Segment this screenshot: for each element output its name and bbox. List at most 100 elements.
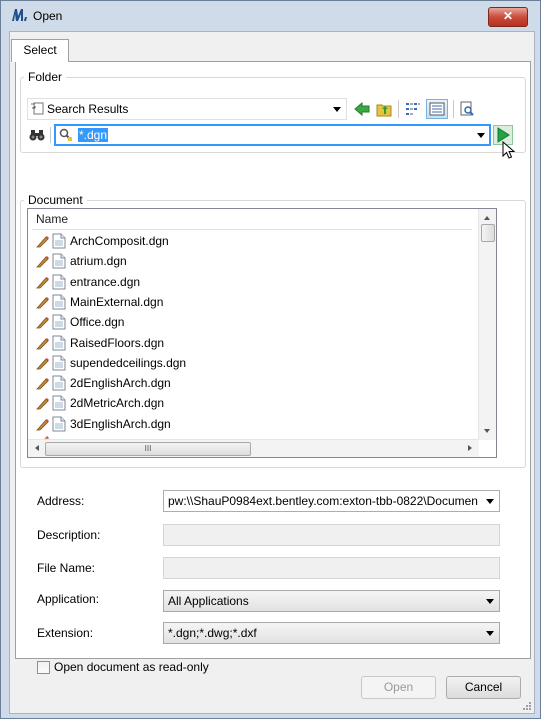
chevron-down-icon xyxy=(477,133,485,138)
open-button[interactable]: Open xyxy=(361,676,436,699)
chevron-down-icon xyxy=(333,107,341,112)
list-item[interactable]: 2dMetricArch.dgn xyxy=(36,393,456,413)
toolbar-separator xyxy=(50,127,51,143)
file-name: entrance.dgn xyxy=(70,274,141,289)
address-value: pw:\\ShauP0984ext.bentley.com:exton-tbb-… xyxy=(168,494,478,508)
filename-label: File Name: xyxy=(37,561,96,575)
horizontal-scrollbar[interactable]: III xyxy=(28,439,479,457)
folder-search-icon xyxy=(31,102,44,115)
open-dialog: Open ✕ Select Folder Search Results *.dg… xyxy=(0,0,541,719)
document-file-icon xyxy=(52,395,66,411)
chevron-down-icon xyxy=(486,631,494,636)
list-item[interactable]: MainExternal.dgn xyxy=(36,292,456,312)
document-file-icon xyxy=(52,314,66,330)
dialog-client: Select Folder Search Results *.dgn Docum… xyxy=(9,31,535,714)
window-title: Open xyxy=(33,9,63,23)
column-header-name[interactable]: Name xyxy=(32,209,472,230)
file-name: atrium.dgn xyxy=(70,254,127,269)
list-view-button[interactable] xyxy=(403,99,423,119)
tab-select[interactable]: Select xyxy=(11,39,69,62)
list-item[interactable]: RaisedFloors.dgn xyxy=(36,333,456,353)
horizontal-scroll-thumb[interactable]: III xyxy=(45,442,251,456)
pencil-icon xyxy=(36,337,49,349)
pencil-icon xyxy=(36,296,49,309)
file-name: 2dMetricArch.dgn xyxy=(70,396,165,411)
pencil-icon xyxy=(36,236,49,248)
application-select[interactable]: All Applications xyxy=(163,590,500,612)
document-file-icon xyxy=(52,416,66,432)
list-item[interactable]: 2dEnglishArch.dgn xyxy=(36,373,456,393)
select-panel: Folder Search Results *.dgn Document Nam… xyxy=(15,61,531,674)
document-file-icon xyxy=(52,294,66,310)
address-label: Address: xyxy=(37,494,85,508)
back-button[interactable] xyxy=(352,99,372,119)
scroll-right-arrow-icon[interactable] xyxy=(465,440,475,456)
details-view-icon xyxy=(429,102,445,116)
application-value: All Applications xyxy=(168,594,249,608)
close-icon: ✕ xyxy=(502,9,514,23)
title-bar[interactable]: Open ✕ xyxy=(1,1,540,31)
readonly-label[interactable]: Open document as read-only xyxy=(54,660,209,674)
folder-location-combo[interactable]: Search Results xyxy=(27,98,347,120)
document-file-icon xyxy=(52,335,66,350)
extension-select[interactable]: *.dgn;*.dwg;*.dxf xyxy=(163,622,500,644)
readonly-checkbox[interactable] xyxy=(37,661,50,674)
vertical-scroll-thumb[interactable] xyxy=(481,224,495,242)
file-name: Office.dgn xyxy=(70,315,125,330)
list-item[interactable]: entrance.dgn xyxy=(36,272,456,292)
scroll-grip: III xyxy=(144,444,152,453)
list-item[interactable]: supendedceilings.dgn xyxy=(36,353,456,373)
extension-value: *.dgn;*.dwg;*.dxf xyxy=(168,626,257,640)
list-item[interactable]: atrium.dgn xyxy=(36,251,456,271)
up-folder-button[interactable] xyxy=(374,99,394,119)
search-criteria-icon xyxy=(59,128,72,141)
file-name: 2dEnglishArch.dgn xyxy=(70,376,171,391)
pencil-icon xyxy=(36,256,49,268)
application-label: Application: xyxy=(37,592,100,606)
scroll-up-arrow-icon[interactable] xyxy=(479,213,495,223)
list-item[interactable]: Office.dgn xyxy=(36,312,456,332)
scroll-left-arrow-icon[interactable] xyxy=(32,440,42,456)
document-file-icon xyxy=(52,355,66,371)
vertical-scrollbar[interactable] xyxy=(478,209,496,440)
pencil-icon xyxy=(36,357,49,370)
preview-button[interactable] xyxy=(457,99,477,119)
pencil-icon xyxy=(36,276,49,288)
address-combo[interactable]: pw:\\ShauP0984ext.bentley.com:exton-tbb-… xyxy=(163,490,500,512)
document-legend: Document xyxy=(24,193,87,207)
chevron-down-icon xyxy=(486,599,494,604)
scroll-down-arrow-icon[interactable] xyxy=(479,426,495,436)
file-name: 3dEnglishArch.dgn xyxy=(70,416,171,431)
find-button[interactable] xyxy=(27,125,47,145)
file-name: RaisedFloors.dgn xyxy=(70,335,165,350)
mouse-cursor-icon xyxy=(502,141,516,159)
pencil-icon xyxy=(36,398,49,410)
filename-field xyxy=(163,557,500,579)
folder-location-text: Search Results xyxy=(47,102,129,116)
document-list[interactable]: Name ArchComposit.dgn atrium.dgn entrance.… xyxy=(27,208,497,458)
description-label: Description: xyxy=(37,528,101,542)
list-item[interactable]: 3dEnglishArch.dgn xyxy=(36,414,456,434)
list-item[interactable]: ArchComposit.dgn xyxy=(36,231,456,251)
file-name: supendedceilings.dgn xyxy=(70,355,187,370)
folder-legend: Folder xyxy=(24,70,67,84)
list-view-icon xyxy=(406,103,420,115)
toolbar-separator xyxy=(453,100,454,118)
resize-grip-icon[interactable] xyxy=(522,701,532,711)
close-button[interactable]: ✕ xyxy=(488,7,528,27)
document-file-icon xyxy=(52,253,66,269)
back-arrow-icon xyxy=(354,102,370,116)
folder-up-icon xyxy=(376,104,392,117)
details-view-button[interactable] xyxy=(426,99,448,119)
search-input[interactable]: *.dgn xyxy=(54,124,491,146)
microstation-logo-icon xyxy=(12,9,27,21)
binoculars-icon xyxy=(29,130,45,141)
cancel-button[interactable]: Cancel xyxy=(446,676,521,699)
pencil-icon xyxy=(36,317,49,329)
column-header-label: Name xyxy=(36,212,69,226)
search-value: *.dgn xyxy=(78,128,109,142)
pencil-icon xyxy=(36,418,49,431)
document-file-icon xyxy=(52,274,66,290)
preview-icon xyxy=(460,101,474,116)
file-name: MainExternal.dgn xyxy=(70,294,164,309)
